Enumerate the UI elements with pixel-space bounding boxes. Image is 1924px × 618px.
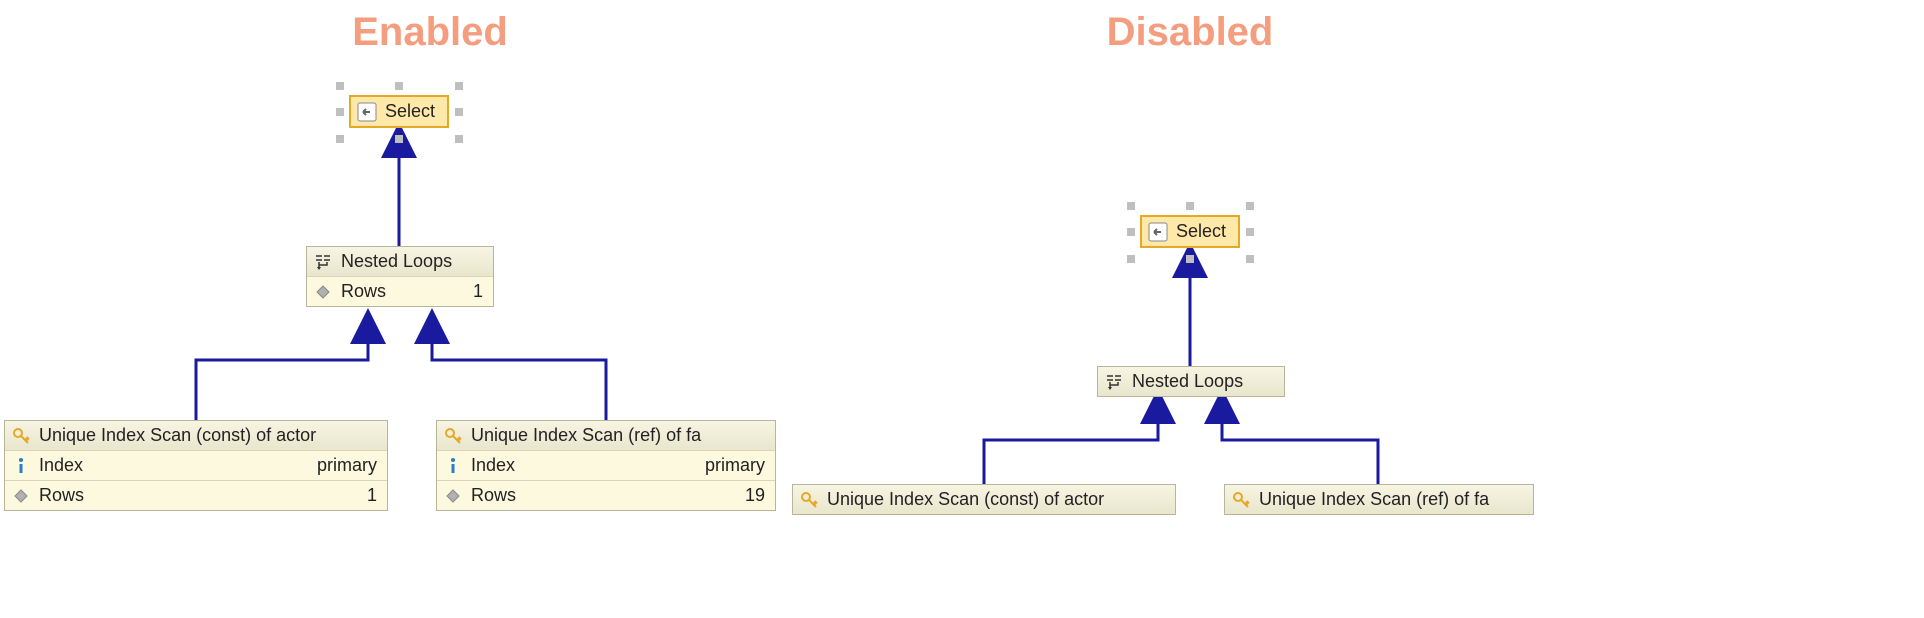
node-nested-loops-enabled[interactable]: Nested Loops Rows 1 bbox=[306, 246, 494, 307]
info-icon bbox=[11, 456, 31, 476]
join-icon bbox=[313, 252, 333, 272]
selection-handle[interactable] bbox=[1246, 202, 1254, 210]
node-label: Unique Index Scan (ref) of fa bbox=[1259, 489, 1489, 510]
selection-handle[interactable] bbox=[395, 135, 403, 143]
node-row-rows: Rows 19 bbox=[437, 480, 775, 510]
key-icon bbox=[799, 490, 819, 510]
row-value: 19 bbox=[745, 485, 765, 506]
node-label: Nested Loops bbox=[341, 251, 452, 272]
node-row-rows: Rows 1 bbox=[307, 276, 493, 306]
selection-handle[interactable] bbox=[1186, 255, 1194, 263]
row-label: Rows bbox=[39, 485, 84, 506]
node-label: Unique Index Scan (const) of actor bbox=[827, 489, 1104, 510]
selection-handle[interactable] bbox=[1246, 255, 1254, 263]
node-select-enabled[interactable]: Select bbox=[349, 95, 449, 128]
diamond-icon bbox=[11, 486, 31, 506]
title-enabled: Enabled bbox=[330, 10, 530, 55]
node-header: Unique Index Scan (const) of actor bbox=[793, 485, 1175, 514]
node-label: Unique Index Scan (const) of actor bbox=[39, 425, 316, 446]
node-header: Nested Loops bbox=[307, 247, 493, 276]
node-right-scan-enabled[interactable]: Unique Index Scan (ref) of fa Index prim… bbox=[436, 420, 776, 511]
row-label: Index bbox=[39, 455, 83, 476]
node-select-disabled[interactable]: Select bbox=[1140, 215, 1240, 248]
selection-handle[interactable] bbox=[1127, 228, 1135, 236]
node-header: Unique Index Scan (const) of actor bbox=[5, 421, 387, 450]
selection-handle[interactable] bbox=[455, 135, 463, 143]
node-row-rows: Rows 1 bbox=[5, 480, 387, 510]
key-icon bbox=[443, 426, 463, 446]
node-label: Nested Loops bbox=[1132, 371, 1243, 392]
node-row-index: Index primary bbox=[5, 450, 387, 480]
node-label: Select bbox=[1176, 221, 1226, 242]
diamond-icon bbox=[313, 282, 333, 302]
node-header: Nested Loops bbox=[1098, 367, 1284, 396]
selection-handle[interactable] bbox=[1127, 255, 1135, 263]
node-label: Select bbox=[385, 101, 435, 122]
key-icon bbox=[1231, 490, 1251, 510]
node-header: Unique Index Scan (ref) of fa bbox=[1225, 485, 1533, 514]
row-value: primary bbox=[317, 455, 377, 476]
row-label: Index bbox=[471, 455, 515, 476]
node-header: Unique Index Scan (ref) of fa bbox=[437, 421, 775, 450]
info-icon bbox=[443, 456, 463, 476]
node-label: Unique Index Scan (ref) of fa bbox=[471, 425, 701, 446]
node-left-scan-disabled[interactable]: Unique Index Scan (const) of actor bbox=[792, 484, 1176, 515]
arrow-left-icon bbox=[357, 102, 377, 122]
selection-handle[interactable] bbox=[336, 135, 344, 143]
selection-handle[interactable] bbox=[1246, 228, 1254, 236]
title-disabled: Disabled bbox=[1080, 10, 1300, 55]
node-left-scan-enabled[interactable]: Unique Index Scan (const) of actor Index… bbox=[4, 420, 388, 511]
node-nested-loops-disabled[interactable]: Nested Loops bbox=[1097, 366, 1285, 397]
key-icon bbox=[11, 426, 31, 446]
selection-handle[interactable] bbox=[336, 82, 344, 90]
row-value: 1 bbox=[473, 281, 483, 302]
selection-handle[interactable] bbox=[395, 82, 403, 90]
diamond-icon bbox=[443, 486, 463, 506]
node-header: Select bbox=[1142, 217, 1238, 246]
selection-handle[interactable] bbox=[1127, 202, 1135, 210]
node-header: Select bbox=[351, 97, 447, 126]
arrow-left-icon bbox=[1148, 222, 1168, 242]
selection-handle[interactable] bbox=[336, 108, 344, 116]
selection-handle[interactable] bbox=[455, 82, 463, 90]
row-label: Rows bbox=[471, 485, 516, 506]
join-icon bbox=[1104, 372, 1124, 392]
row-label: Rows bbox=[341, 281, 386, 302]
arrow-layer bbox=[0, 0, 1924, 618]
diagram-canvas: Enabled Disabled Select bbox=[0, 0, 1924, 618]
row-value: primary bbox=[705, 455, 765, 476]
selection-handle[interactable] bbox=[455, 108, 463, 116]
row-value: 1 bbox=[367, 485, 377, 506]
node-row-index: Index primary bbox=[437, 450, 775, 480]
node-right-scan-disabled[interactable]: Unique Index Scan (ref) of fa bbox=[1224, 484, 1534, 515]
selection-handle[interactable] bbox=[1186, 202, 1194, 210]
